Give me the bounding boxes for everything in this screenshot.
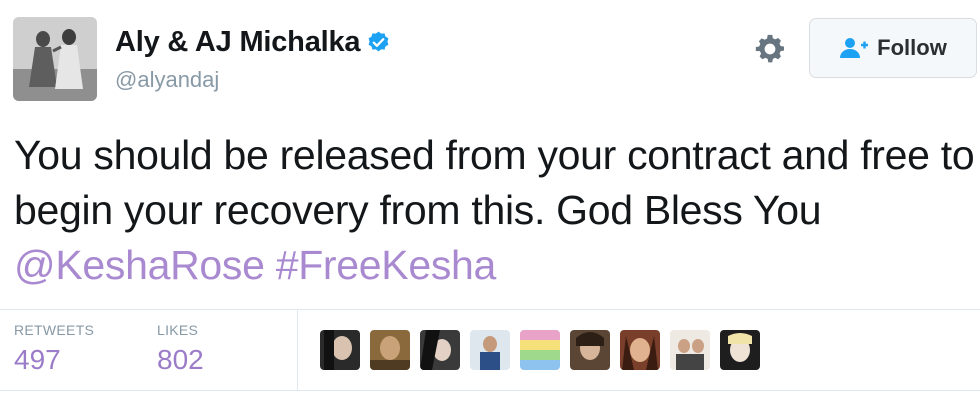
author-avatar[interactable] [13,17,97,101]
likes-count: 802 [157,344,204,375]
hashtag-link[interactable]: #FreeKesha [276,242,497,288]
retweets-label: RETWEETS [14,322,95,338]
liker-avatars [320,330,770,370]
gear-icon[interactable] [753,32,787,66]
verified-badge-icon [368,31,389,52]
liker-avatar[interactable] [420,330,460,370]
stats-bottom-divider [0,390,980,391]
follow-label: Follow [877,35,947,60]
liker-avatar[interactable] [320,330,360,370]
author-name[interactable]: Aly & AJ Michalka [115,26,361,59]
liker-avatar[interactable] [520,330,560,370]
tweet-body: You should be released from your contrac… [14,132,975,233]
likes-label: LIKES [157,322,199,338]
author-handle[interactable]: @alyandaj [115,67,219,93]
add-user-icon [840,38,869,58]
likes-stat[interactable]: LIKES 802 [157,322,204,376]
retweets-count: 497 [14,344,61,375]
liker-avatar[interactable] [470,330,510,370]
stats-top-divider [0,309,980,310]
liker-avatar[interactable] [620,330,660,370]
tweet-text: You should be released from your contrac… [14,128,980,293]
liker-avatar[interactable] [720,330,760,370]
liker-avatar[interactable] [570,330,610,370]
stats-vertical-divider [297,310,298,390]
liker-avatar[interactable] [370,330,410,370]
mention-link[interactable]: @KeshaRose [14,242,265,288]
retweets-stat[interactable]: RETWEETS 497 [14,322,94,376]
follow-button[interactable]: Follow [809,18,977,78]
liker-avatar[interactable] [670,330,710,370]
